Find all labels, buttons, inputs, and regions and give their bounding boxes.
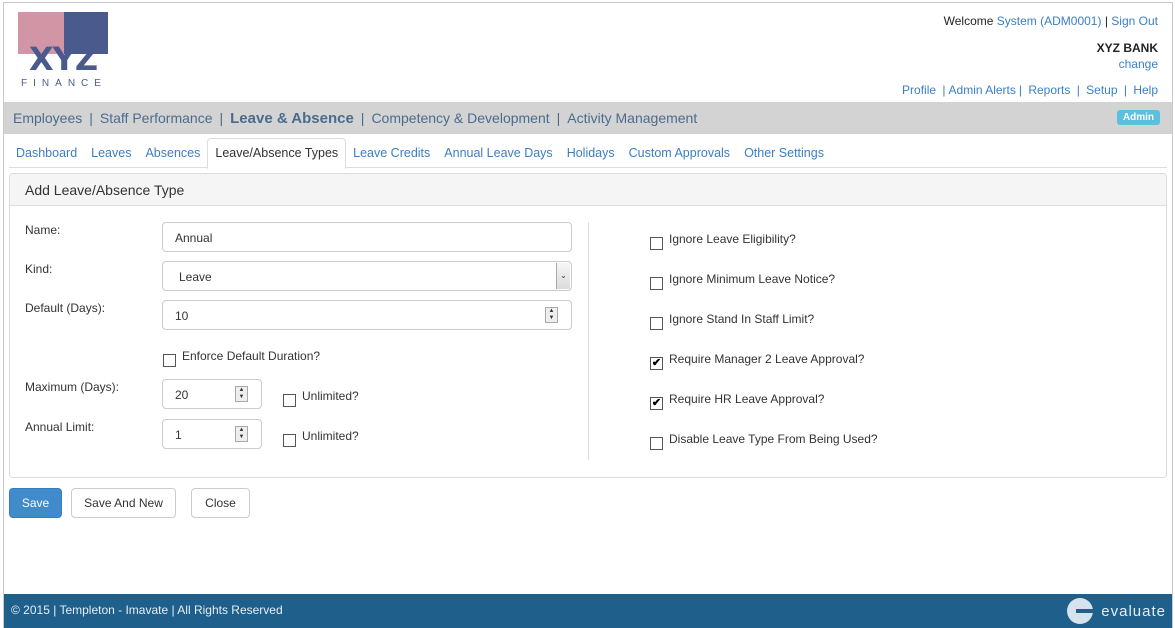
help-link[interactable]: Help [1133, 83, 1158, 97]
module-leave-absence[interactable]: Leave & Absence [230, 110, 354, 127]
tab-annual-leave-days[interactable]: Annual Leave Days [437, 138, 559, 168]
user-link[interactable]: System (ADM0001) [997, 14, 1102, 28]
change-company-link[interactable]: change [1119, 57, 1158, 71]
tab-holidays[interactable]: Holidays [560, 138, 622, 168]
tab-leaves[interactable]: Leaves [84, 138, 138, 168]
save-button[interactable]: Save [9, 488, 62, 518]
close-button[interactable]: Close [191, 488, 250, 518]
annual-unlimited-checkbox[interactable] [283, 434, 296, 447]
enforce-default-label: Enforce Default Duration? [182, 349, 321, 363]
panel-title: Add Leave/Absence Type [10, 174, 1166, 206]
name-value: Annual [175, 231, 213, 245]
require-manager2-label: Require Manager 2 Leave Approval? [669, 352, 865, 366]
module-competency-development[interactable]: Competency & Development [371, 110, 549, 126]
footer: © 2015 | Templeton - Imavate | All Right… [4, 594, 1172, 628]
default-days-value: 10 [175, 309, 189, 323]
xyz-finance-logo[interactable]: XYZ FINANCE [18, 12, 112, 94]
require-hr-label: Require HR Leave Approval? [669, 392, 825, 406]
enforce-default-checkbox[interactable] [163, 354, 176, 367]
module-employees[interactable]: Employees [13, 110, 82, 126]
spin-up-icon[interactable]: ▲ [549, 308, 555, 314]
disable-type-checkbox[interactable] [650, 437, 663, 450]
profile-link[interactable]: Profile [902, 83, 936, 97]
add-type-panel: Add Leave/Absence Type Name: Annual Kind… [9, 173, 1167, 478]
ignore-stand-in-checkbox[interactable] [650, 317, 663, 330]
annual-limit-label: Annual Limit: [25, 420, 95, 434]
tab-custom-approvals[interactable]: Custom Approvals [622, 138, 737, 168]
copyright-text: © 2015 | Templeton - Imavate | All Right… [11, 603, 283, 617]
evaluate-logo: evaluate [1067, 598, 1166, 624]
reports-link[interactable]: Reports [1028, 83, 1070, 97]
spin-up-icon[interactable]: ▲ [239, 387, 245, 393]
spin-down-icon[interactable]: ▼ [549, 315, 555, 321]
ignore-eligibility-label: Ignore Leave Eligibility? [669, 232, 796, 246]
admin-badge: Admin [1116, 110, 1160, 125]
column-divider [588, 222, 589, 460]
tab-other-settings[interactable]: Other Settings [737, 138, 831, 168]
disable-type-label: Disable Leave Type From Being Used? [669, 432, 878, 446]
evaluate-logo-icon [1067, 598, 1094, 624]
default-days-input[interactable]: 10 ▲ ▼ [162, 300, 572, 330]
save-and-new-button[interactable]: Save And New [71, 488, 176, 518]
annual-limit-value: 1 [175, 428, 182, 442]
kind-label: Kind: [25, 262, 53, 276]
ignore-eligibility-checkbox[interactable] [650, 237, 663, 250]
module-activity-management[interactable]: Activity Management [567, 110, 697, 126]
annual-limit-spinner[interactable]: ▲ ▼ [235, 426, 248, 442]
spin-down-icon[interactable]: ▼ [239, 394, 245, 400]
require-manager2-checkbox[interactable]: ✔ [650, 357, 663, 370]
name-input[interactable]: Annual [162, 222, 572, 252]
annual-limit-input[interactable]: 1 ▲ ▼ [162, 419, 262, 449]
name-label: Name: [25, 223, 61, 237]
tab-dashboard[interactable]: Dashboard [9, 138, 84, 168]
kind-select[interactable]: Leave ⌄ [162, 261, 572, 291]
sub-tabs: Dashboard Leaves Absences Leave/Absence … [9, 138, 1167, 169]
maximum-days-label: Maximum (Days): [25, 380, 120, 394]
welcome-text: Welcome [943, 14, 994, 28]
maximum-days-input[interactable]: 20 ▲ ▼ [162, 379, 262, 409]
default-days-spinner[interactable]: ▲ ▼ [545, 307, 558, 323]
separator: | [1104, 14, 1108, 28]
require-hr-checkbox[interactable]: ✔ [650, 397, 663, 410]
tab-absences[interactable]: Absences [138, 138, 207, 168]
maximum-unlimited-label: Unlimited? [302, 389, 359, 403]
check-icon: ✔ [651, 397, 662, 409]
tab-leave-credits[interactable]: Leave Credits [346, 138, 437, 168]
kind-value: Leave [179, 270, 212, 284]
ignore-min-notice-label: Ignore Minimum Leave Notice? [669, 272, 836, 286]
company-name: XYZ BANK [1096, 41, 1158, 55]
top-links: Profile | Admin Alerts | Reports | Setup |… [902, 83, 1158, 97]
check-icon: ✔ [651, 357, 662, 369]
ignore-min-notice-checkbox[interactable] [650, 277, 663, 290]
ignore-stand-in-label: Ignore Stand In Staff Limit? [669, 312, 815, 326]
annual-unlimited-label: Unlimited? [302, 429, 359, 443]
module-staff-performance[interactable]: Staff Performance [100, 110, 213, 126]
maximum-unlimited-checkbox[interactable] [283, 394, 296, 407]
module-nav: Employees | Staff Performance | Leave & Abse… [4, 102, 1172, 134]
maximum-days-spinner[interactable]: ▲ ▼ [235, 386, 248, 402]
admin-alerts-link[interactable]: Admin Alerts [949, 83, 1016, 97]
default-days-label: Default (Days): [25, 301, 106, 315]
spin-down-icon[interactable]: ▼ [239, 434, 245, 440]
evaluate-brand: evaluate [1101, 602, 1166, 620]
sign-out-link[interactable]: Sign Out [1111, 14, 1158, 28]
spin-up-icon[interactable]: ▲ [239, 427, 245, 433]
maximum-days-value: 20 [175, 388, 189, 402]
logo-subtitle: FINANCE [21, 78, 107, 89]
tab-leave-absence-types[interactable]: Leave/Absence Types [207, 138, 347, 169]
setup-link[interactable]: Setup [1086, 83, 1117, 97]
welcome-line: Welcome System (ADM0001) | Sign Out [944, 14, 1158, 28]
chevron-down-icon[interactable]: ⌄ [556, 263, 570, 289]
logo-letters: XYZ [28, 40, 98, 78]
